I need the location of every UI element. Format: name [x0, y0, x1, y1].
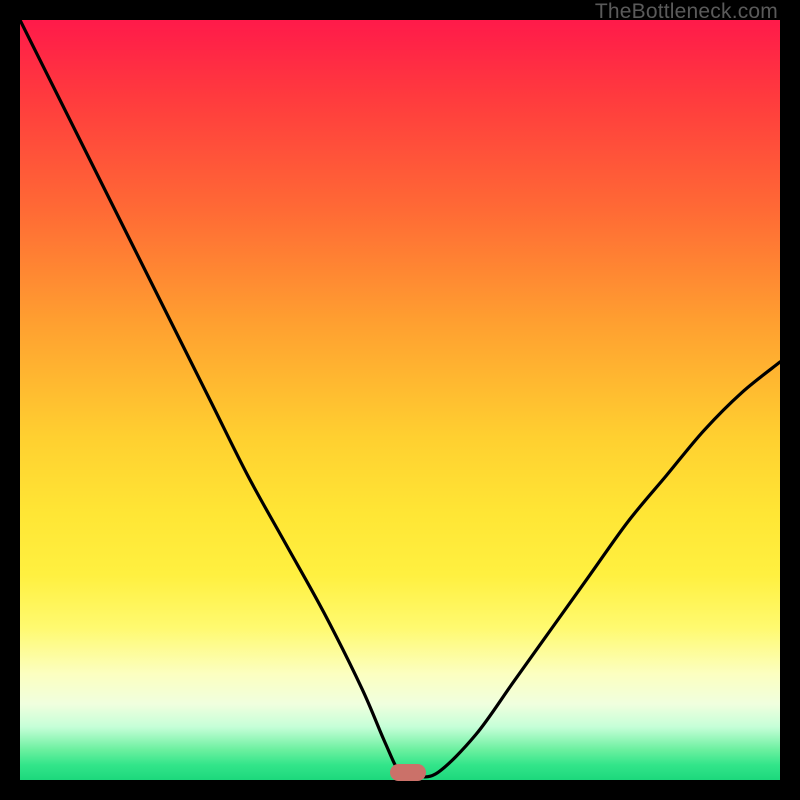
bottleneck-curve	[20, 20, 780, 777]
curve-svg	[20, 20, 780, 780]
chart-frame: TheBottleneck.com	[0, 0, 800, 800]
plot-area	[20, 20, 780, 780]
optimal-point-marker	[390, 764, 426, 781]
